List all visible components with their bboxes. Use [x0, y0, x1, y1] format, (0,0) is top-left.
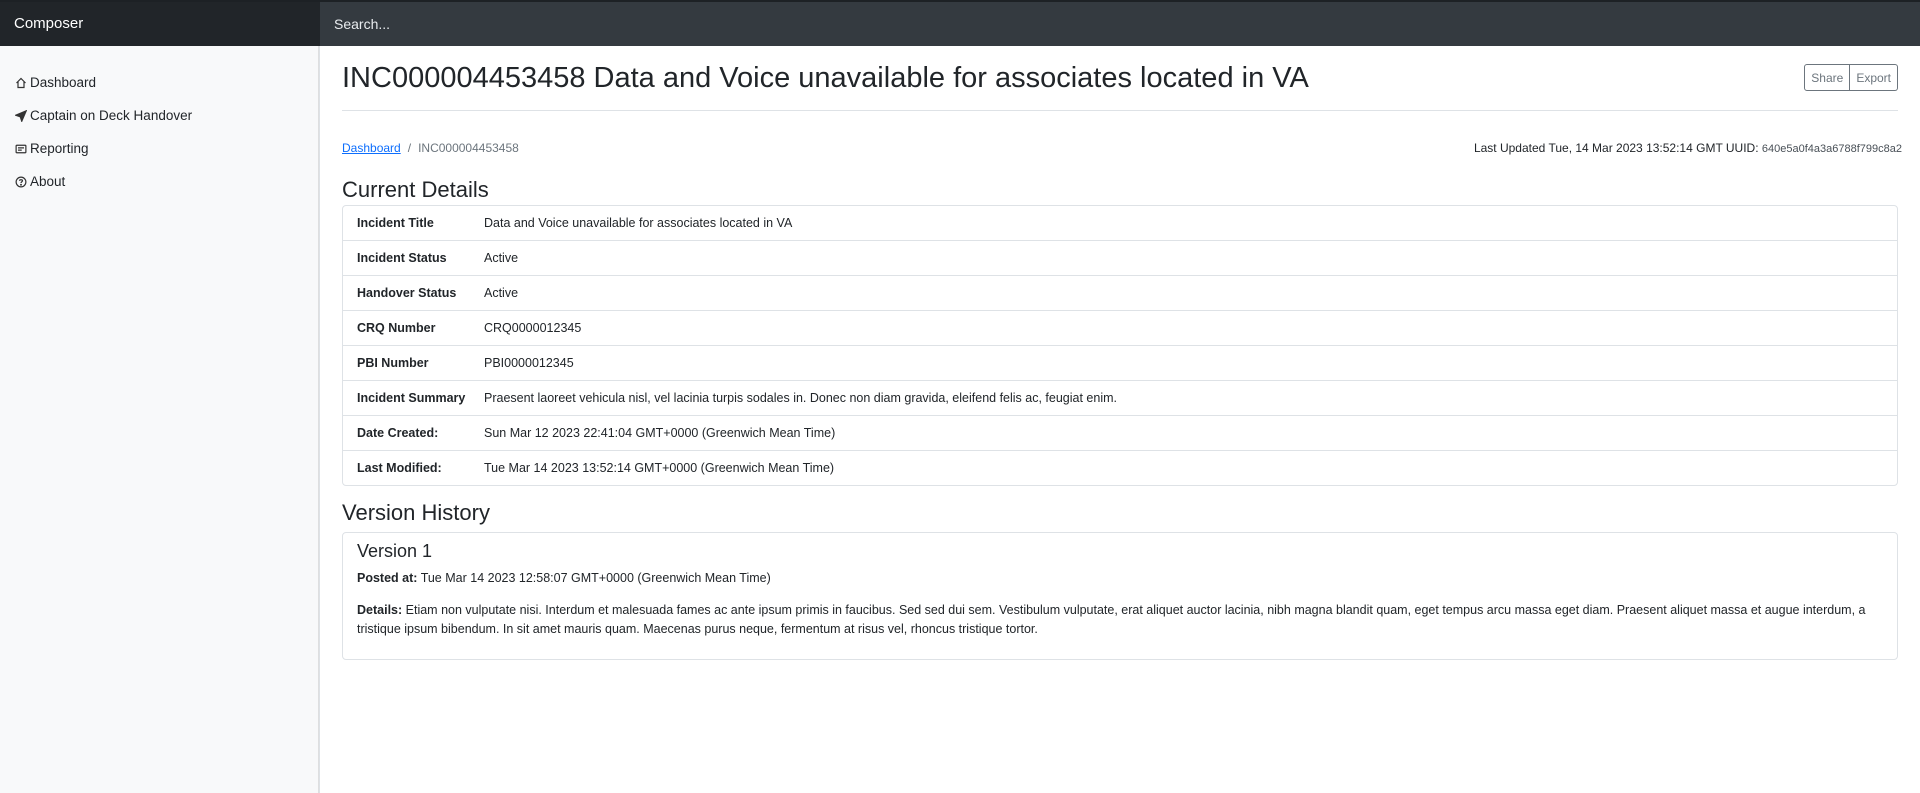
table-row: Last Modified: Tue Mar 14 2023 13:52:14 …	[343, 451, 1897, 485]
card-text-icon	[14, 142, 28, 156]
detail-value: Sun Mar 12 2023 22:41:04 GMT+0000 (Green…	[484, 426, 836, 440]
posted-at-label: Posted at:	[357, 571, 418, 585]
question-circle-icon	[14, 175, 28, 189]
table-row: PBI Number PBI0000012345	[343, 346, 1897, 381]
detail-value: CRQ0000012345	[484, 321, 582, 335]
detail-key: Handover Status	[357, 286, 457, 300]
version-history-heading: Version History	[342, 500, 490, 525]
sidebar-item-dashboard[interactable]: Dashboard	[0, 66, 319, 99]
sidebar: Dashboard Captain on Deck Handover Repor…	[0, 46, 320, 793]
search-input[interactable]	[320, 2, 1920, 46]
top-navbar: Composer	[0, 0, 1920, 46]
sidebar-item-label: Dashboard	[30, 75, 97, 90]
sidebar-item-label: Reporting	[30, 141, 89, 156]
page-header: INC000004453458 Data and Voice unavailab…	[342, 46, 1898, 111]
sidebar-item-reporting[interactable]: Reporting	[0, 132, 319, 165]
house-icon	[14, 76, 28, 90]
table-row: Incident Status Active	[343, 241, 1897, 276]
sidebar-item-about[interactable]: About	[0, 165, 319, 198]
detail-key: Incident Title	[357, 216, 434, 230]
details-table: Incident Title Data and Voice unavailabl…	[342, 205, 1898, 486]
version-title: Version 1	[357, 541, 433, 561]
last-updated-info: Last Updated Tue, 14 Mar 2023 13:52:14 G…	[1474, 141, 1902, 155]
detail-value: PBI0000012345	[484, 356, 574, 370]
breadcrumb-current: INC000004453458	[418, 141, 519, 155]
brand-logo[interactable]: Composer	[0, 2, 320, 46]
detail-key: Date Created:	[357, 426, 439, 440]
send-icon	[14, 109, 28, 123]
toolbar-button-group: Share Export	[1804, 64, 1898, 91]
export-button[interactable]: Export	[1850, 64, 1898, 91]
posted-at-line: Posted at: Tue Mar 14 2023 12:58:07 GMT+…	[357, 569, 1883, 588]
uuid-value: 640e5a0f4a3a6788f799c8a2	[1761, 143, 1902, 155]
detail-key: Incident Status	[357, 251, 447, 265]
breadcrumb: Dashboard / INC000004453458	[342, 141, 519, 155]
detail-value: Active	[484, 251, 519, 265]
posted-at-value: Tue Mar 14 2023 12:58:07 GMT+0000 (Green…	[420, 571, 771, 585]
detail-key: Incident Summary	[357, 391, 466, 405]
share-button[interactable]: Share	[1804, 64, 1851, 91]
detail-value: Praesent laoreet vehicula nisl, vel laci…	[484, 391, 1117, 405]
breadcrumb-dashboard-link[interactable]: Dashboard	[342, 141, 401, 155]
table-row: CRQ Number CRQ0000012345	[343, 311, 1897, 346]
main-content: INC000004453458 Data and Voice unavailab…	[342, 46, 1902, 660]
table-row: Date Created: Sun Mar 12 2023 22:41:04 G…	[343, 416, 1897, 451]
breadcrumb-separator: /	[407, 141, 412, 155]
details-label: Details:	[357, 603, 403, 617]
table-row: Incident Title Data and Voice unavailabl…	[343, 206, 1897, 241]
sidebar-item-captain-on-deck-handover[interactable]: Captain on Deck Handover	[0, 99, 319, 132]
details-line: Details: Etiam non vulputate nisi. Inter…	[357, 601, 1883, 639]
detail-key: PBI Number	[357, 356, 429, 370]
sidebar-item-label: Captain on Deck Handover	[30, 108, 193, 123]
detail-value: Data and Voice unavailable for associate…	[484, 216, 793, 230]
details-value: Etiam non vulputate nisi. Interdum et ma…	[357, 603, 1866, 636]
detail-value: Tue Mar 14 2023 13:52:14 GMT+0000 (Green…	[484, 461, 835, 475]
page-title: INC000004453458 Data and Voice unavailab…	[342, 62, 1309, 94]
detail-key: CRQ Number	[357, 321, 436, 335]
version-card: Version 1 Posted at: Tue Mar 14 2023 12:…	[342, 532, 1898, 660]
table-row: Incident Summary Praesent laoreet vehicu…	[343, 381, 1897, 416]
meta-row: Dashboard / INC000004453458 Last Updated…	[342, 129, 1902, 175]
detail-value: Active	[484, 286, 519, 300]
current-details-heading: Current Details	[342, 177, 489, 202]
last-updated-text: Last Updated Tue, 14 Mar 2023 13:52:14 G…	[1473, 141, 1759, 155]
table-row: Handover Status Active	[343, 276, 1897, 311]
detail-key: Last Modified:	[357, 461, 442, 475]
sidebar-item-label: About	[30, 174, 66, 189]
